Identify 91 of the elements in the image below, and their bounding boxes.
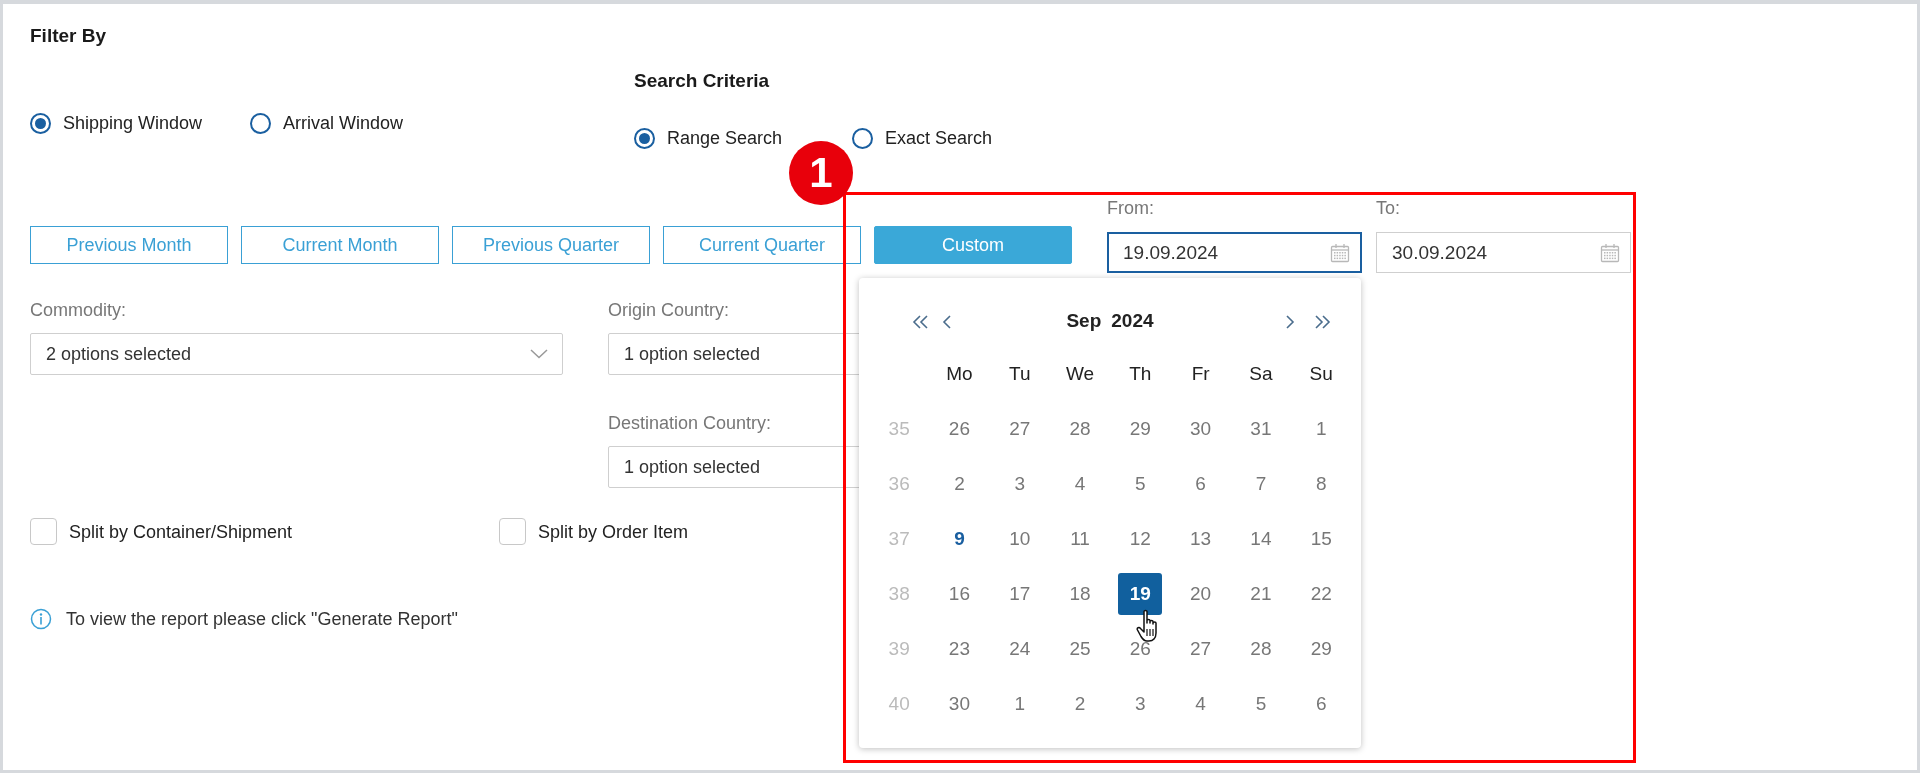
weekday-label: We <box>1064 361 1096 386</box>
calendar-day[interactable]: 21 <box>1238 572 1283 615</box>
double-chevron-left-icon[interactable] <box>912 315 930 329</box>
calendar-day[interactable]: 23 <box>937 627 982 670</box>
calendar-day[interactable]: 25 <box>1058 627 1103 670</box>
period-button[interactable]: Current Quarter <box>663 226 861 264</box>
calendar-day[interactable]: 6 <box>1299 682 1344 725</box>
calendar-day[interactable]: 3 <box>1118 682 1163 725</box>
calendar-day[interactable]: 11 <box>1058 517 1103 560</box>
field-label: To: <box>1376 197 1400 219</box>
field-label: From: <box>1107 197 1154 219</box>
calendar-day[interactable]: 31 <box>1238 407 1283 450</box>
week-number: 37 <box>887 526 911 551</box>
calendar-day[interactable]: 18 <box>1058 572 1103 615</box>
radio-button[interactable] <box>30 112 51 134</box>
calendar-day[interactable]: 30 <box>937 682 982 725</box>
chevron-down-icon <box>530 349 548 359</box>
period-button[interactable]: Previous Quarter <box>452 226 650 264</box>
calendar-day[interactable]: 14 <box>1238 517 1283 560</box>
field-label: Commodity: <box>30 299 127 321</box>
info-icon <box>30 608 52 630</box>
checkbox[interactable] <box>499 518 526 545</box>
week-number: 35 <box>887 416 911 441</box>
step-badge: 1 <box>789 141 853 205</box>
section-title: Filter By <box>30 24 108 48</box>
field-label: Destination Country: <box>608 412 772 434</box>
weekday-label: Tu <box>1008 361 1032 386</box>
calendar-day[interactable]: 2 <box>937 462 982 505</box>
radio-label[interactable]: Arrival Window <box>283 111 404 135</box>
calendar-day[interactable]: 28 <box>1238 627 1283 670</box>
calendar-day[interactable]: 9 <box>937 517 982 560</box>
calendar-day[interactable]: 3 <box>997 462 1042 505</box>
week-number: 40 <box>887 691 911 716</box>
period-button[interactable]: Current Month <box>241 226 439 264</box>
calendar-day[interactable]: 28 <box>1058 407 1103 450</box>
calendar-day[interactable]: 22 <box>1299 572 1344 615</box>
calendar-day[interactable]: 29 <box>1118 407 1163 450</box>
calendar-day[interactable]: 17 <box>997 572 1042 615</box>
radio-label[interactable]: Range Search <box>667 126 783 150</box>
checkbox-label[interactable]: Split by Container/Shipment <box>69 519 293 544</box>
calendar-day[interactable]: 29 <box>1299 627 1344 670</box>
calendar-day[interactable]: 5 <box>1118 462 1163 505</box>
period-button[interactable]: Previous Month <box>30 226 228 264</box>
weekday-label: Su <box>1308 361 1334 386</box>
calendar-day[interactable]: 20 <box>1178 572 1223 615</box>
chevron-left-icon[interactable] <box>942 315 952 329</box>
calendar-month[interactable]: Sep <box>1066 310 1102 332</box>
double-chevron-right-icon[interactable] <box>1313 315 1331 329</box>
calendar-day[interactable]: 26 <box>937 407 982 450</box>
calendar-day[interactable]: 7 <box>1238 462 1283 505</box>
field-label: Origin Country: <box>608 299 730 321</box>
radio-label[interactable]: Exact Search <box>885 126 993 150</box>
calendar-day[interactable]: 10 <box>997 517 1042 560</box>
calendar-day[interactable]: 19 <box>1118 572 1163 615</box>
weekday-label: Mo <box>945 361 974 386</box>
date-field[interactable]: 19.09.2024 <box>1107 232 1362 273</box>
calendar-day[interactable]: 24 <box>997 627 1042 670</box>
calendar-day[interactable]: 12 <box>1118 517 1163 560</box>
calendar-day[interactable]: 8 <box>1299 462 1344 505</box>
calendar-day[interactable]: 27 <box>997 407 1042 450</box>
commodity-select[interactable]: 2 options selected <box>30 333 563 375</box>
checkbox-label[interactable]: Split by Order Item <box>538 519 689 544</box>
weekday-label: Sa <box>1248 361 1274 386</box>
calendar-day[interactable]: 1 <box>1299 407 1344 450</box>
weekday-label: Fr <box>1190 361 1211 386</box>
calendar-day[interactable]: 27 <box>1178 627 1223 670</box>
week-number: 39 <box>887 636 911 661</box>
calendar-day[interactable]: 6 <box>1178 462 1223 505</box>
calendar-day[interactable]: 30 <box>1178 407 1223 450</box>
chevron-right-icon[interactable] <box>1285 315 1295 329</box>
calendar-year[interactable]: 2024 <box>1111 310 1154 332</box>
radio-button[interactable] <box>250 112 272 134</box>
checkbox[interactable] <box>30 518 57 545</box>
calendar-day[interactable]: 4 <box>1058 462 1103 505</box>
info-message: To view the report please click "Generate Report" <box>66 608 458 630</box>
calendar-day[interactable]: 15 <box>1299 517 1344 560</box>
calendar-day[interactable]: 4 <box>1178 682 1223 725</box>
weekday-label: Th <box>1128 361 1153 386</box>
week-number: 36 <box>887 471 911 496</box>
radio-button[interactable] <box>634 127 655 149</box>
calendar-day[interactable]: 1 <box>997 682 1042 725</box>
calendar-day[interactable]: 13 <box>1178 517 1223 560</box>
date-field[interactable]: 30.09.2024 <box>1376 232 1631 273</box>
section-title: Search Criteria <box>634 69 771 93</box>
week-number: 38 <box>887 581 911 606</box>
calendar-day[interactable]: 16 <box>937 572 982 615</box>
period-button[interactable]: Custom <box>874 226 1072 264</box>
calendar-day[interactable]: 5 <box>1238 682 1283 725</box>
radio-label[interactable]: Shipping Window <box>63 111 203 135</box>
calendar-day[interactable]: 2 <box>1058 682 1103 725</box>
radio-button[interactable] <box>852 127 874 149</box>
